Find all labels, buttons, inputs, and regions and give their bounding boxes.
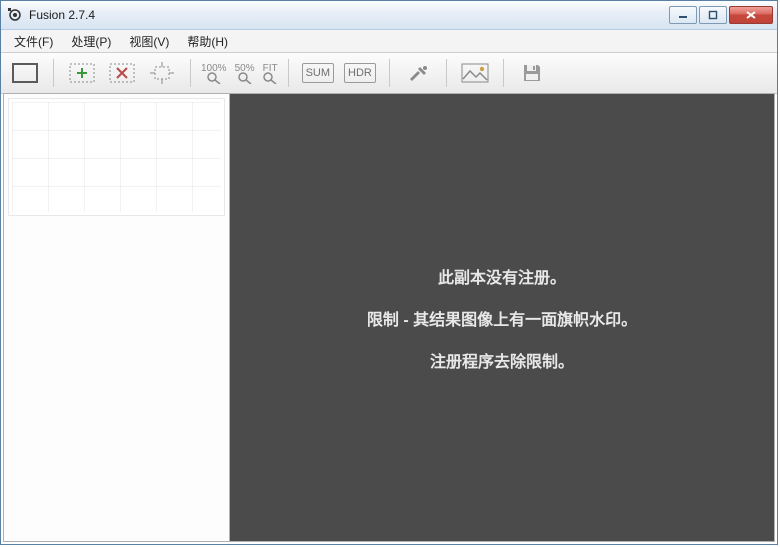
thumbnail-slot[interactable] (8, 98, 225, 216)
close-icon (745, 10, 757, 20)
mode-sum-label: SUM (302, 63, 334, 83)
magnifier-icon (238, 72, 252, 84)
toolbar-separator (288, 59, 289, 87)
app-icon (7, 7, 23, 23)
titlebar: Fusion 2.7.4 (1, 1, 777, 30)
content-area: 此副本没有注册。 限制 - 其结果图像上有一面旗帜水印。 注册程序去除限制。 (3, 93, 775, 542)
toolbar-separator (53, 59, 54, 87)
close-button[interactable] (729, 6, 773, 24)
window-title: Fusion 2.7.4 (29, 8, 669, 22)
toolbar-separator (503, 59, 504, 87)
mode-sum-button[interactable]: SUM (299, 57, 337, 89)
menu-file[interactable]: 文件(F) (5, 31, 62, 52)
frame-button[interactable] (7, 57, 43, 89)
settings-button[interactable] (400, 57, 436, 89)
crop-icon (150, 62, 174, 84)
zoom-fit-button[interactable]: FIT (263, 63, 278, 84)
floppy-icon (521, 62, 543, 84)
maximize-button[interactable] (699, 6, 727, 24)
maximize-icon (708, 10, 718, 20)
mode-hdr-button[interactable]: HDR (341, 57, 379, 89)
tools-icon (406, 63, 430, 83)
menu-view[interactable]: 视图(V) (120, 31, 178, 52)
window-controls (669, 6, 773, 24)
notice-line-2: 限制 - 其结果图像上有一面旗帜水印。 (367, 306, 637, 330)
frame-icon (12, 63, 38, 83)
notice-line-1: 此副本没有注册。 (438, 264, 566, 288)
toolbar-separator (190, 59, 191, 87)
menu-process[interactable]: 处理(P) (62, 31, 120, 52)
menu-help[interactable]: 帮助(H) (178, 31, 237, 52)
toolbar-separator (389, 59, 390, 87)
notice-line-3: 注册程序去除限制。 (430, 348, 574, 372)
save-button[interactable] (514, 57, 550, 89)
toolbar: 100% 50% FIT (1, 53, 777, 94)
zoom-group: 100% 50% FIT (201, 63, 278, 84)
minimize-button[interactable] (669, 6, 697, 24)
remove-clip-icon (109, 63, 135, 83)
add-clip-button[interactable] (64, 57, 100, 89)
picture-icon (461, 63, 489, 83)
minimize-icon (678, 10, 688, 20)
zoom-50-button[interactable]: 50% (235, 63, 255, 84)
remove-clip-button[interactable] (104, 57, 140, 89)
picture-button[interactable] (457, 57, 493, 89)
thumbnail-panel (4, 94, 230, 541)
menubar: 文件(F) 处理(P) 视图(V) 帮助(H) (1, 30, 777, 53)
crop-button[interactable] (144, 57, 180, 89)
app-window: Fusion 2.7.4 文件(F) 处理(P) 视图(V) 帮助(H) (0, 0, 778, 545)
magnifier-icon (263, 72, 277, 84)
magnifier-icon (207, 72, 221, 84)
toolbar-separator (446, 59, 447, 87)
mode-hdr-label: HDR (344, 63, 376, 83)
preview-area: 此副本没有注册。 限制 - 其结果图像上有一面旗帜水印。 注册程序去除限制。 (230, 94, 774, 541)
zoom-100-button[interactable]: 100% (201, 63, 227, 84)
add-clip-icon (69, 63, 95, 83)
